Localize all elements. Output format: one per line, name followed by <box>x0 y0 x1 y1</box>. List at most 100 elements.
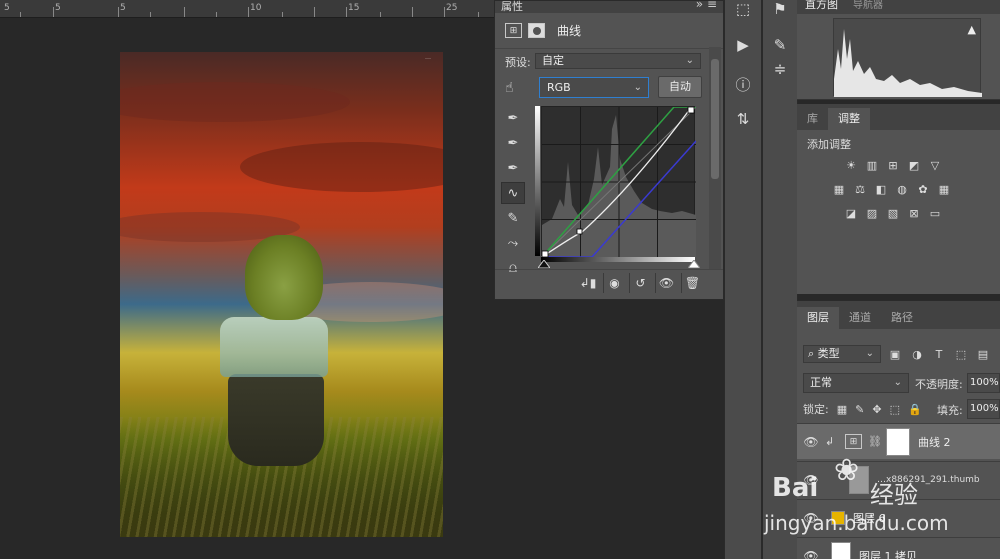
layer-name[interactable]: 曲线 2 <box>918 434 951 450</box>
tab-channels[interactable]: 通道 <box>839 307 881 329</box>
stamp-icon[interactable]: ⚑ <box>763 0 797 18</box>
shape-filter-icon[interactable]: ⬚ <box>953 347 969 361</box>
histogram-graph: ▲ <box>833 18 982 97</box>
tab-library[interactable]: 库 <box>797 108 828 130</box>
curves-icon[interactable]: ⊞ <box>885 158 901 172</box>
smart-object-filter-icon[interactable]: ▤ <box>975 347 991 361</box>
cloud-shape <box>240 142 443 192</box>
lock-artboard-icon[interactable]: ⬚ <box>890 403 900 416</box>
auto-button[interactable]: 自动 <box>658 76 702 98</box>
adjustment-row: ☀ ▥ ⊞ ◩ ▽ <box>843 158 943 172</box>
layers-tabs: 图层 通道 路径 <box>797 301 1000 329</box>
blend-mode-select[interactable]: 正常 ⌄ <box>803 373 909 393</box>
reset-icon[interactable]: ↺ <box>629 272 651 293</box>
curves-graph[interactable] <box>541 106 697 258</box>
layer-row[interactable]: 👁 图层 6 <box>797 499 1000 535</box>
visibility-eye-icon[interactable]: 👁 <box>655 272 677 293</box>
fill-field[interactable]: 100% <box>967 399 1000 419</box>
black-point-eyedropper-icon[interactable]: ✒ <box>501 107 525 129</box>
mask-icon[interactable] <box>528 23 545 38</box>
visibility-eye-icon[interactable]: 👁 <box>797 511 825 525</box>
preset-select[interactable]: 自定 ⌄ <box>535 53 701 69</box>
hue-saturation-icon[interactable]: ▦ <box>831 182 847 196</box>
history-icon[interactable]: ⇅ <box>725 110 761 128</box>
layer-thumbnail <box>831 541 851 559</box>
ruler-tick <box>346 7 347 17</box>
lock-all-icon[interactable]: 🔒 <box>908 403 922 416</box>
warning-icon[interactable]: ▲ <box>968 23 976 36</box>
layer-row[interactable]: 👁 ↲ ⊞ ⛓ 曲线 2 <box>797 423 1000 459</box>
play-icon[interactable]: ▶ <box>725 36 761 54</box>
white-point-eyedropper-icon[interactable]: ✒ <box>501 157 525 179</box>
layer-name[interactable]: …x886291_291.thumb <box>877 475 980 485</box>
fill-label: 填充: <box>937 404 963 417</box>
gray-point-eyedropper-icon[interactable]: ✒ <box>501 132 525 154</box>
trash-icon[interactable]: 🗑 <box>681 272 703 293</box>
scrollbar-thumb[interactable] <box>711 59 719 179</box>
curve-control-point[interactable] <box>687 106 695 114</box>
blend-value: 正常 <box>810 376 832 389</box>
tab-navigator[interactable]: 导航器 <box>853 0 883 11</box>
vibrance-icon[interactable]: ▽ <box>927 158 943 172</box>
properties-scrollbar[interactable] <box>709 47 721 269</box>
pencil-icon[interactable]: ✎ <box>501 207 525 229</box>
channel-select[interactable]: RGB ⌄ <box>539 77 649 98</box>
layer-mask-thumbnail[interactable] <box>885 427 910 456</box>
ruler-tick <box>216 12 217 17</box>
black-white-icon[interactable]: ◧ <box>873 182 889 196</box>
brush-settings-icon[interactable]: ≑ <box>763 60 797 78</box>
lock-position-icon[interactable]: ✥ <box>872 403 881 416</box>
info-icon[interactable]: ⓘ <box>725 74 761 95</box>
girl-head <box>245 235 323 320</box>
3d-icon[interactable]: ⬚ <box>725 0 761 18</box>
tab-layers[interactable]: 图层 <box>797 307 839 329</box>
tab-paths[interactable]: 路径 <box>881 307 923 329</box>
lock-label: 锁定: <box>803 403 829 416</box>
layer-row[interactable]: 👁 …x886291_291.thumb <box>797 461 1000 497</box>
layer-name[interactable]: 图层 6 <box>853 510 886 526</box>
visibility-eye-icon[interactable]: 👁 <box>797 473 825 487</box>
color-lookup-icon[interactable]: ▦ <box>936 182 952 196</box>
layer-row[interactable]: 👁 图层 1 拷贝 <box>797 537 1000 559</box>
layer-name[interactable]: 图层 1 拷贝 <box>859 548 917 559</box>
photo-filter-icon[interactable]: ◍ <box>894 182 910 196</box>
collapse-icon[interactable]: » ≡ <box>696 0 717 11</box>
adjustments-panel: 库 调整 添加调整 ☀ ▥ ⊞ ◩ ▽ ▦ ⚖ ◧ ◍ ✿ ▦ ◪ ▨ ▧ ⊠ … <box>797 104 1000 294</box>
canvas-image[interactable]: … <box>120 52 443 537</box>
tab-adjustments[interactable]: 调整 <box>828 108 870 130</box>
channel-mixer-icon[interactable]: ✿ <box>915 182 931 196</box>
ruler-label: 5 <box>120 3 126 13</box>
clip-to-layer-icon[interactable]: ↲▮ <box>577 273 599 293</box>
view-previous-state-icon[interactable]: ◉ <box>603 272 625 293</box>
adjustment-filter-icon[interactable]: ◑ <box>909 347 925 361</box>
threshold-icon[interactable]: ▧ <box>885 206 901 220</box>
properties-tab[interactable]: 属性 <box>501 0 523 14</box>
brush-icon[interactable]: ✎ <box>763 36 797 54</box>
visibility-eye-icon[interactable]: 👁 <box>797 435 825 449</box>
layer-filter-select[interactable]: ⌕ 类型 ⌄ <box>803 345 881 363</box>
brightness-icon[interactable]: ☀ <box>843 158 859 172</box>
link-icon[interactable]: ⛓ <box>868 435 882 448</box>
levels-icon[interactable]: ▥ <box>864 158 880 172</box>
exposure-icon[interactable]: ◩ <box>906 158 922 172</box>
curve-control-point[interactable] <box>576 228 583 235</box>
white-input-slider-icon[interactable] <box>688 260 700 268</box>
invert-icon[interactable]: ◪ <box>843 206 859 220</box>
lock-transparent-icon[interactable]: ▦ <box>837 403 847 416</box>
properties-title: 曲线 <box>557 24 582 38</box>
lock-pixels-icon[interactable]: ✎ <box>855 403 864 416</box>
targeted-adjustment-icon[interactable]: ☝ <box>505 80 514 96</box>
pixel-filter-icon[interactable]: ▣ <box>887 347 903 361</box>
posterize-icon[interactable]: ▨ <box>864 206 880 220</box>
gradient-map-icon[interactable]: ▭ <box>927 206 943 220</box>
lock-row: 锁定: ▦ ✎ ✥ ⬚ 🔒 <box>803 401 922 417</box>
opacity-field[interactable]: 100% <box>967 373 1000 393</box>
type-filter-icon[interactable]: T <box>931 347 947 361</box>
color-balance-icon[interactable]: ⚖ <box>852 182 868 196</box>
black-input-slider-icon[interactable] <box>538 260 550 268</box>
smooth-curve-icon[interactable]: ⤳ <box>501 232 525 254</box>
curve-point-tool-icon[interactable]: ∿ <box>501 182 525 204</box>
selective-color-icon[interactable]: ⊠ <box>906 206 922 220</box>
tab-histogram[interactable]: 直方图 <box>805 0 838 12</box>
visibility-eye-icon[interactable]: 👁 <box>797 549 825 559</box>
